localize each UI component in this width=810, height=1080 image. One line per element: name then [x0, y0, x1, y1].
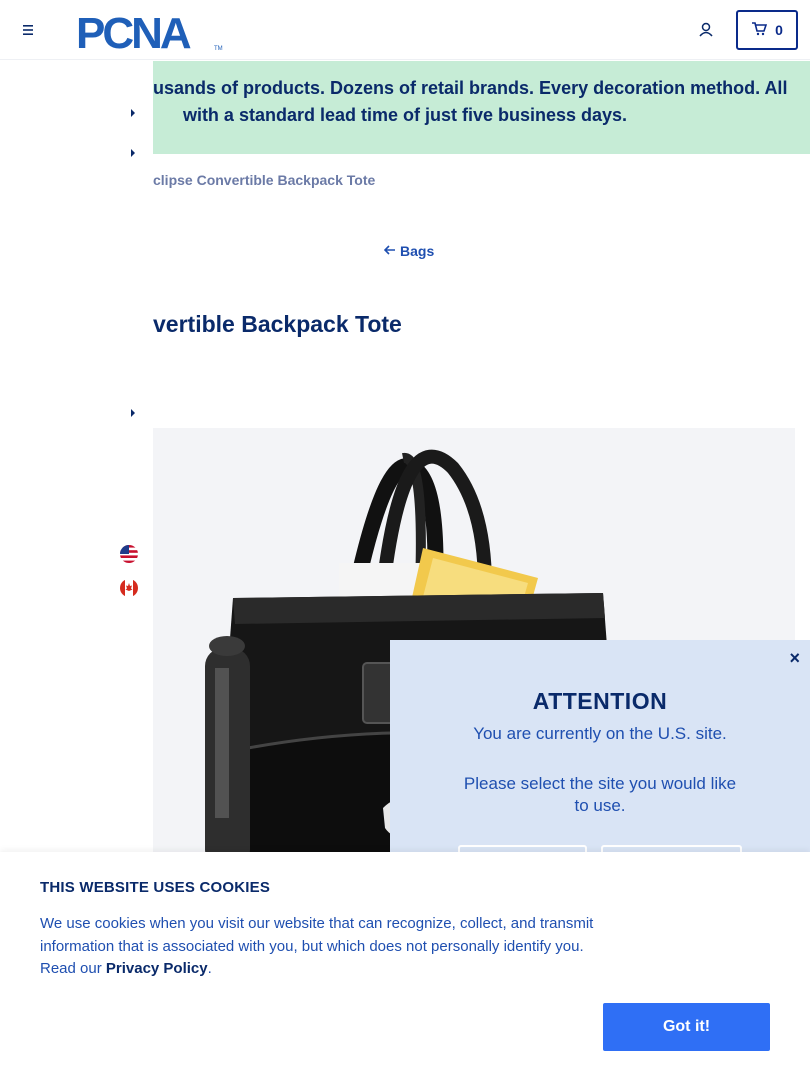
- canada-flag-icon[interactable]: [120, 579, 138, 597]
- hamburger-icon[interactable]: [18, 20, 38, 40]
- cookie-period: .: [207, 960, 212, 977]
- back-link-label: Bags: [400, 243, 435, 259]
- account-icon[interactable]: [696, 20, 716, 40]
- cookie-text: We use cookies when you visit our websit…: [40, 913, 600, 981]
- logo-text: PCNA: [76, 10, 191, 52]
- modal-prompt: Please select the site you would like to…: [463, 774, 737, 815]
- banner-line-1: usands of products. Dozens of retail bra…: [153, 78, 788, 98]
- cookie-heading: THIS WEBSITE USES COOKIES: [40, 879, 271, 896]
- site-header: PCNA TM 0: [0, 0, 810, 60]
- cookie-banner: THIS WEBSITE USES COOKIES We use cookies…: [0, 852, 810, 1080]
- breadcrumb[interactable]: clipse Convertible Backpack Tote: [153, 172, 375, 188]
- modal-message: You are currently on the U.S. site.: [473, 724, 727, 743]
- product-title: vertible Backpack Tote: [153, 311, 402, 337]
- logo-tm: TM: [214, 46, 223, 52]
- cart-button[interactable]: 0: [736, 10, 798, 50]
- cart-icon: [751, 21, 768, 39]
- privacy-policy-link[interactable]: Privacy Policy: [106, 960, 208, 977]
- got-it-button[interactable]: Got it!: [603, 1003, 770, 1051]
- cart-count: 0: [775, 22, 783, 38]
- us-flag-icon[interactable]: [120, 545, 138, 563]
- modal-heading: ATTENTION: [532, 688, 668, 714]
- pcna-logo[interactable]: PCNA TM: [76, 10, 224, 52]
- close-icon[interactable]: ×: [789, 648, 800, 669]
- chevron-right-icon[interactable]: [129, 406, 137, 418]
- back-link[interactable]: Bags: [383, 243, 435, 259]
- chevron-right-icon[interactable]: [129, 106, 137, 118]
- chevron-right-icon[interactable]: [129, 146, 137, 158]
- back-arrow-icon: [383, 243, 396, 259]
